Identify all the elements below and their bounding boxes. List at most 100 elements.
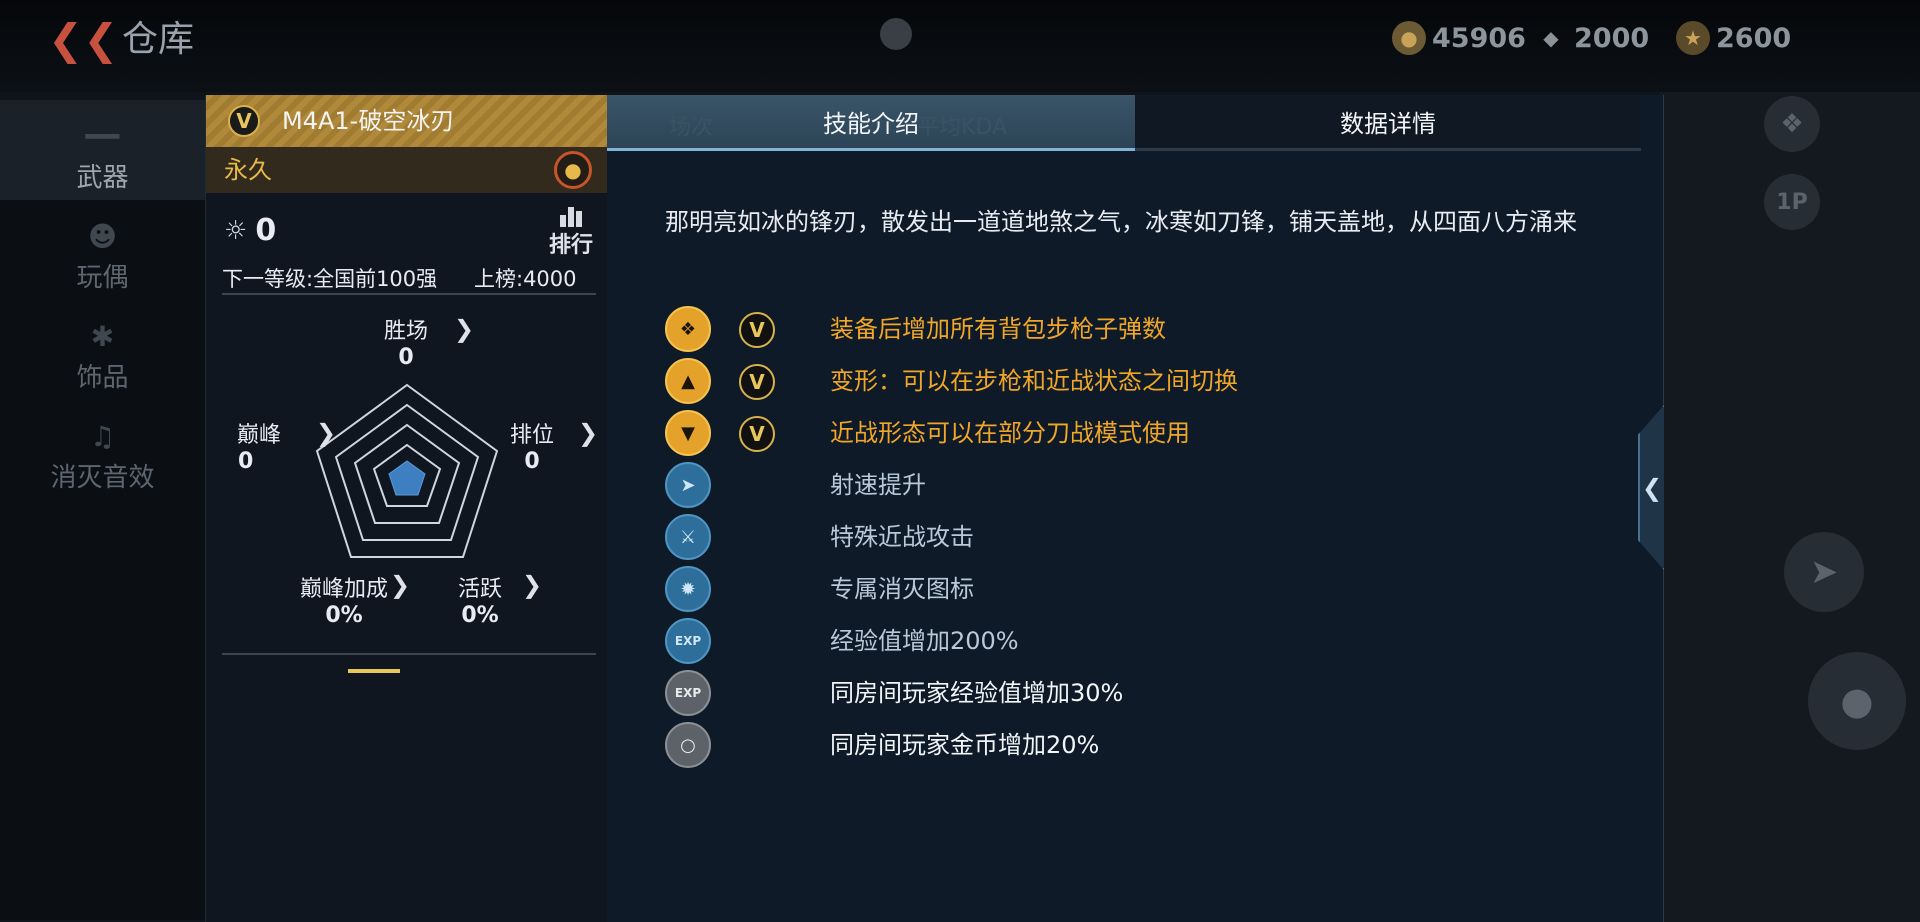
melee-mode-icon: ▼ [665,410,711,456]
vip-badge-icon: V [739,416,775,452]
vip-badge-icon: V [739,312,775,348]
weapon-name: M4A1-破空冰刃 [282,107,455,135]
stat-value: 0 [238,449,254,474]
vip-badge-icon: V [739,364,775,400]
diamond-icon: ◆ [1543,26,1559,50]
skill-text: 变形：可以在步枪和近战状态之间切换 [830,367,1238,395]
skill-row: ➤ 射速提升 [665,462,1565,508]
view-toggle-icon[interactable]: 1P [1764,174,1820,230]
stat-wins[interactable]: 胜场 0 [366,313,446,370]
stat-label: 巅峰 [236,423,281,448]
chevron-right-icon[interactable]: ❯ [454,315,474,343]
divider [222,293,596,295]
stat-value: 0 [398,345,414,370]
diamond-value: 2000 [1574,22,1650,54]
token-icon: ★ [1676,21,1710,55]
currency-token: ★ 2600 [1676,20,1791,56]
stat-label: 排位 [509,423,554,448]
sidebar-item-kill-sounds[interactable]: ♫ 消灭音效 [0,400,205,500]
right-background-area: ❖ 1P ➤ ● [1660,92,1920,922]
clock-icon: ● [554,151,592,189]
stat-peak[interactable]: 巅峰 0 [224,417,294,474]
coin-value: 45906 [1432,22,1526,54]
skill-row: ⚔ 特殊近战攻击 [665,514,1565,560]
sidebar-item-label: 玩偶 [76,263,129,293]
detail-panel: 技能介绍 场次 平均KDA 数据详情 那明亮如冰的锋刃，散发出一道道地煞之气，冰… [607,95,1664,922]
sidebar: ━━ 武器 ☻ 玩偶 ✱ 饰品 ♫ 消灭音效 [0,100,205,920]
radar-value-area [388,460,426,496]
weapon-duration-bar: 永久 ● [206,147,608,193]
tab-label: 技能介绍 [823,110,919,138]
sidebar-item-label: 饰品 [76,363,129,393]
sidebar-item-label: 消灭音效 [50,463,155,493]
room-exp-icon: EXP [665,670,711,716]
settings-icon[interactable]: ❖ [1764,96,1820,152]
skill-text: 同房间玩家经验值增加30% [830,679,1124,707]
vip-badge-icon: V [228,105,260,137]
tab-bar: 技能介绍 场次 平均KDA 数据详情 [607,95,1664,153]
weapon-duration: 永久 [224,156,272,184]
skill-text: 射速提升 [830,471,926,499]
chevron-right-icon[interactable]: ❯ [522,571,542,599]
skill-text: 经验值增加200% [830,627,1019,655]
stat-active[interactable]: 活跃 0% [450,571,510,628]
chevron-right-icon[interactable]: ❯ [578,419,598,447]
skill-text: 同房间玩家金币增加20% [830,731,1100,759]
stat-label: 胜场 [383,319,428,344]
tab-label: 数据详情 [1340,110,1436,138]
kill-value: 0 [255,213,277,248]
back-button[interactable]: ❮❮ [48,18,118,62]
profile-dot-icon [880,18,912,50]
exp-icon: EXP [665,618,711,664]
rifle-icon: ━━ [85,120,120,153]
skill-row: EXP 同房间玩家经验值增加30% [665,670,1565,716]
coin-icon: ● [1392,21,1426,55]
stat-label: 巅峰加成 [299,577,388,602]
sidebar-item-weapons[interactable]: ━━ 武器 [0,100,205,200]
skill-row: ▲ V 变形：可以在步枪和近战状态之间切换 [665,358,1565,404]
chevron-right-icon[interactable]: ❯ [316,419,336,447]
stat-value: 0% [325,603,363,628]
kill-icon: ✹ [665,566,711,612]
fire-rate-icon: ➤ [665,462,711,508]
stat-peak-bonus[interactable]: 巅峰加成 0% [292,571,396,628]
sound-icon: ♫ [89,420,116,453]
sidebar-item-accessories[interactable]: ✱ 饰品 [0,300,205,400]
rank-label: 排行 [548,233,593,258]
special-melee-icon: ⚔ [665,514,711,560]
page-title: 仓库 [122,19,195,60]
skill-text: 专属消灭图标 [830,575,974,603]
page-indicator[interactable] [348,669,400,673]
weapon-description: 那明亮如冰的锋刃，散发出一道道地煞之气，冰寒如刀锋，铺天盖地，从四面八方涌来 [665,208,1577,236]
weapon-header: V M4A1-破空冰刃 [206,95,608,147]
grenade-icon[interactable]: ➤ [1784,532,1864,612]
sidebar-item-dolls[interactable]: ☻ 玩偶 [0,200,205,300]
chevron-left-icon: ❮ [1641,473,1663,502]
kill-icon: ☼ [224,215,248,246]
weapon-card: V M4A1-破空冰刃 永久 ● ☼ 0 排行 下一等级:全国前100强 上榜:… [205,95,608,922]
rank-button[interactable]: 排行 [548,207,594,258]
skill-text: 装备后增加所有背包步枪子弹数 [830,315,1166,343]
skill-row: EXP 经验值增加200% [665,618,1565,664]
chevron-right-icon[interactable]: ❯ [390,571,410,599]
sidebar-item-label: 武器 [76,163,129,193]
bullet-icon[interactable]: ● [1808,652,1906,750]
kill-count: ☼ 0 [224,213,276,248]
skill-text: 特殊近战攻击 [830,523,974,551]
skill-row: ✹ 专属消灭图标 [665,566,1565,612]
skill-row: ○ 同房间玩家金币增加20% [665,722,1565,768]
next-level-text: 下一等级:全国前100强 [222,267,438,291]
skill-row: ▼ V 近战形态可以在部分刀战模式使用 [665,410,1565,456]
transform-icon: ▲ [665,358,711,404]
tab-data-details[interactable]: 数据详情 [1135,95,1641,151]
skill-row: ❖ V 装备后增加所有背包步枪子弹数 [665,306,1565,352]
board-requirement: 上榜:4000 [474,267,577,291]
radar-chart [315,383,499,558]
stat-label: 活跃 [457,577,502,602]
currency-coin: ● 45906 [1392,20,1526,56]
room-coin-icon: ○ [665,722,711,768]
stat-ranked[interactable]: 排位 0 [502,417,562,474]
divider [222,653,596,655]
rifle-ammo-icon: ❖ [665,306,711,352]
doll-icon: ☻ [87,220,118,253]
